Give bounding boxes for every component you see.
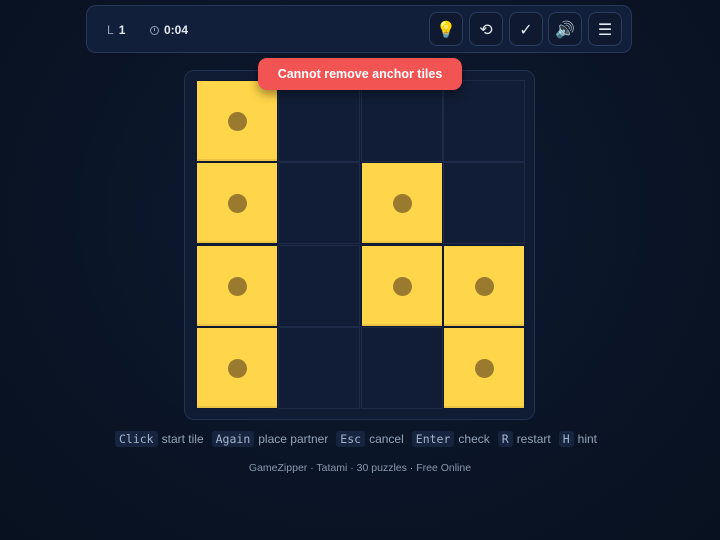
- anchor-dot-icon: [393, 277, 412, 296]
- empty-cell[interactable]: [443, 162, 525, 244]
- key-hint-text: check: [458, 432, 490, 446]
- undo-button[interactable]: ⟲: [469, 12, 503, 46]
- anchor-dot-icon: [228, 277, 247, 296]
- puzzle-board: [196, 80, 525, 409]
- timer-value: 0:04: [164, 23, 189, 37]
- empty-cell[interactable]: [361, 327, 443, 409]
- anchor-dot-icon: [228, 194, 247, 213]
- tile-cell[interactable]: [443, 327, 525, 409]
- key-badge: H: [558, 431, 574, 447]
- key-badge: Esc: [336, 431, 366, 447]
- tile-cell[interactable]: [196, 80, 278, 162]
- anchor-dot-icon: [475, 277, 494, 296]
- footer-text: GameZipper · Tatami · 30 puzzles · Free …: [248, 462, 472, 474]
- level-indicator: L 1: [107, 23, 125, 37]
- key-hint-text: start tile: [161, 432, 204, 446]
- tile-cell[interactable]: [443, 245, 525, 327]
- keyboard-hints: Click start tile Again place partner Esc canc…: [0, 431, 720, 447]
- level-value: 1: [118, 23, 126, 37]
- key-badge: Click: [114, 431, 158, 447]
- checkmark-icon: ✓: [519, 19, 533, 39]
- clock-icon: [150, 25, 159, 35]
- key-badge: R: [497, 431, 513, 447]
- tile-cell[interactable]: [196, 327, 278, 409]
- tile-cell[interactable]: [361, 245, 443, 327]
- anchor-dot-icon: [228, 112, 247, 131]
- anchor-dot-icon: [475, 359, 494, 378]
- level-label: L: [107, 23, 114, 37]
- key-badge: Enter: [411, 431, 455, 447]
- game-page: L 1 0:04 💡 ⟲ ✓ 🔊 ☰ Cannot remove anchor …: [0, 0, 720, 540]
- speaker-icon: 🔊: [555, 19, 575, 39]
- hint-button[interactable]: 💡: [429, 12, 463, 46]
- empty-cell[interactable]: [443, 80, 525, 162]
- key-hint-text: place partner: [258, 432, 329, 446]
- key-hint-text: cancel: [369, 432, 404, 446]
- empty-cell[interactable]: [361, 80, 443, 162]
- anchor-dot-icon: [393, 194, 412, 213]
- undo-icon: ⟲: [479, 19, 493, 39]
- key-hint-text: restart: [516, 432, 551, 446]
- timer: 0:04: [150, 23, 188, 37]
- sound-button[interactable]: 🔊: [548, 12, 582, 46]
- hamburger-menu-icon: ☰: [597, 19, 613, 39]
- key-hint-text: hint: [577, 432, 597, 446]
- empty-cell[interactable]: [278, 327, 360, 409]
- error-toast: Cannot remove anchor tiles: [258, 58, 462, 90]
- menu-button[interactable]: ☰: [588, 12, 622, 46]
- tile-cell[interactable]: [361, 162, 443, 244]
- lightbulb-icon: 💡: [436, 19, 456, 39]
- tile-cell[interactable]: [196, 245, 278, 327]
- empty-cell[interactable]: [278, 80, 360, 162]
- top-toolbar: L 1 0:04 💡 ⟲ ✓ 🔊 ☰: [86, 5, 632, 53]
- key-badge: Again: [211, 431, 255, 447]
- empty-cell[interactable]: [278, 162, 360, 244]
- tile-cell[interactable]: [196, 162, 278, 244]
- anchor-dot-icon: [228, 359, 247, 378]
- check-button[interactable]: ✓: [509, 12, 543, 46]
- empty-cell[interactable]: [278, 245, 360, 327]
